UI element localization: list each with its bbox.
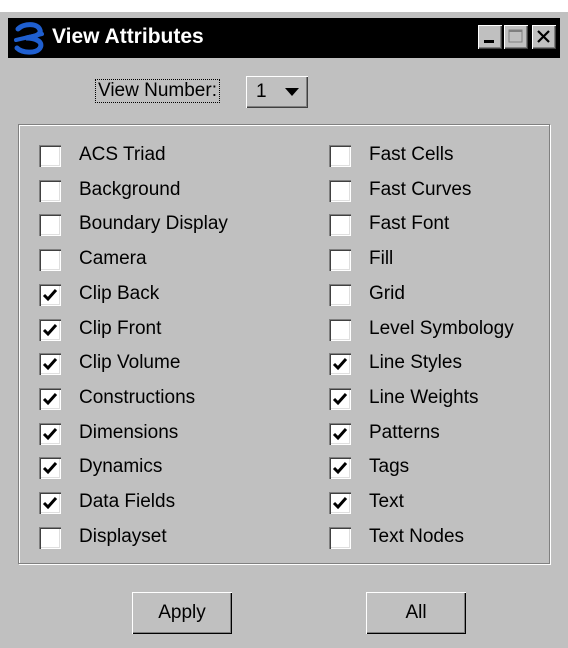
attribute-checkbox[interactable] <box>39 526 61 549</box>
window-title: View Attributes <box>52 25 204 48</box>
attribute-checkbox[interactable] <box>39 422 61 445</box>
dropdown-arrow-icon <box>285 88 299 96</box>
attribute-label: Line Styles <box>369 352 462 374</box>
checkmark-icon <box>332 497 348 510</box>
view-attributes-dialog: View Attributes View Number: 1 ACS Triad… <box>0 12 568 648</box>
checkmark-icon <box>42 288 58 301</box>
attribute-label: Background <box>79 178 181 200</box>
attribute-label: Dimensions <box>79 421 179 443</box>
attribute-label: Tags <box>369 456 410 478</box>
view-number-dropdown[interactable]: 1 <box>246 76 308 108</box>
all-button[interactable]: All <box>366 592 466 634</box>
attribute-label: Clip Back <box>79 282 160 304</box>
attribute-label: Displayset <box>79 525 167 547</box>
attribute-checkbox[interactable] <box>329 214 351 237</box>
checkmark-icon <box>42 427 58 440</box>
attribute-checkbox[interactable] <box>39 249 61 272</box>
attributes-group: ACS Triad Background Boundary Display Camer… <box>18 124 550 564</box>
attribute-checkbox[interactable] <box>329 249 351 272</box>
attribute-checkbox[interactable] <box>39 283 61 306</box>
attribute-label: Camera <box>79 248 147 270</box>
attribute-checkbox[interactable] <box>39 179 61 202</box>
attribute-checkbox[interactable] <box>329 145 351 167</box>
attribute-checkbox[interactable] <box>39 492 61 514</box>
checkmark-icon <box>332 392 348 406</box>
checkmark-icon <box>42 358 58 371</box>
attribute-checkbox[interactable] <box>329 283 351 306</box>
attribute-checkbox[interactable] <box>329 387 351 410</box>
checkmark-icon <box>42 462 58 475</box>
view-number-value: 1 <box>256 81 267 102</box>
checkmark-icon <box>42 392 58 406</box>
attribute-checkbox[interactable] <box>39 457 61 480</box>
minimize-icon <box>484 40 494 43</box>
attribute-label: Text <box>369 491 404 512</box>
attribute-checkbox[interactable] <box>39 145 61 167</box>
attribute-checkbox[interactable] <box>39 214 61 237</box>
attribute-checkbox[interactable] <box>329 179 351 202</box>
view-number-label: View Number: <box>95 79 220 103</box>
attribute-label: Fast Font <box>369 213 450 235</box>
checkmark-icon <box>332 462 348 475</box>
attribute-checkbox[interactable] <box>329 318 351 341</box>
attribute-label: Line Weights <box>369 386 479 408</box>
attribute-label: Fast Cells <box>369 144 454 165</box>
minimize-button[interactable] <box>478 25 502 49</box>
attribute-label: Clip Front <box>79 317 162 339</box>
attribute-label: Fill <box>369 248 394 270</box>
close-button[interactable] <box>532 25 556 49</box>
attribute-label: Data Fields <box>79 491 176 512</box>
checkmark-icon <box>332 358 348 371</box>
checkmark-icon <box>42 497 58 510</box>
attribute-checkbox[interactable] <box>329 492 351 514</box>
apply-button[interactable]: Apply <box>132 592 232 634</box>
attribute-label: Clip Volume <box>79 352 181 374</box>
maximize-button[interactable] <box>504 25 528 49</box>
attribute-label: Boundary Display <box>79 213 228 235</box>
attribute-checkbox[interactable] <box>39 318 61 341</box>
attribute-label: Grid <box>369 282 405 304</box>
attribute-checkbox[interactable] <box>39 387 61 410</box>
attribute-checkbox[interactable] <box>329 457 351 480</box>
attribute-checkbox[interactable] <box>39 353 61 376</box>
checkmark-icon <box>42 323 58 336</box>
attribute-label: Text Nodes <box>369 525 465 547</box>
attribute-label: ACS Triad <box>79 144 166 165</box>
attribute-label: Fast Curves <box>369 178 472 200</box>
attribute-label: Level Symbology <box>369 317 514 339</box>
attribute-label: Dynamics <box>79 456 163 478</box>
title-bar[interactable]: View Attributes <box>8 18 560 58</box>
attribute-checkbox[interactable] <box>329 526 351 549</box>
attribute-label: Patterns <box>369 421 440 443</box>
checkmark-icon <box>332 427 348 440</box>
microstation-logo-icon <box>14 22 44 55</box>
maximize-icon <box>508 29 523 43</box>
attribute-checkbox[interactable] <box>329 422 351 445</box>
close-icon <box>537 30 550 43</box>
attribute-checkbox[interactable] <box>329 353 351 376</box>
attribute-label: Constructions <box>79 386 196 408</box>
